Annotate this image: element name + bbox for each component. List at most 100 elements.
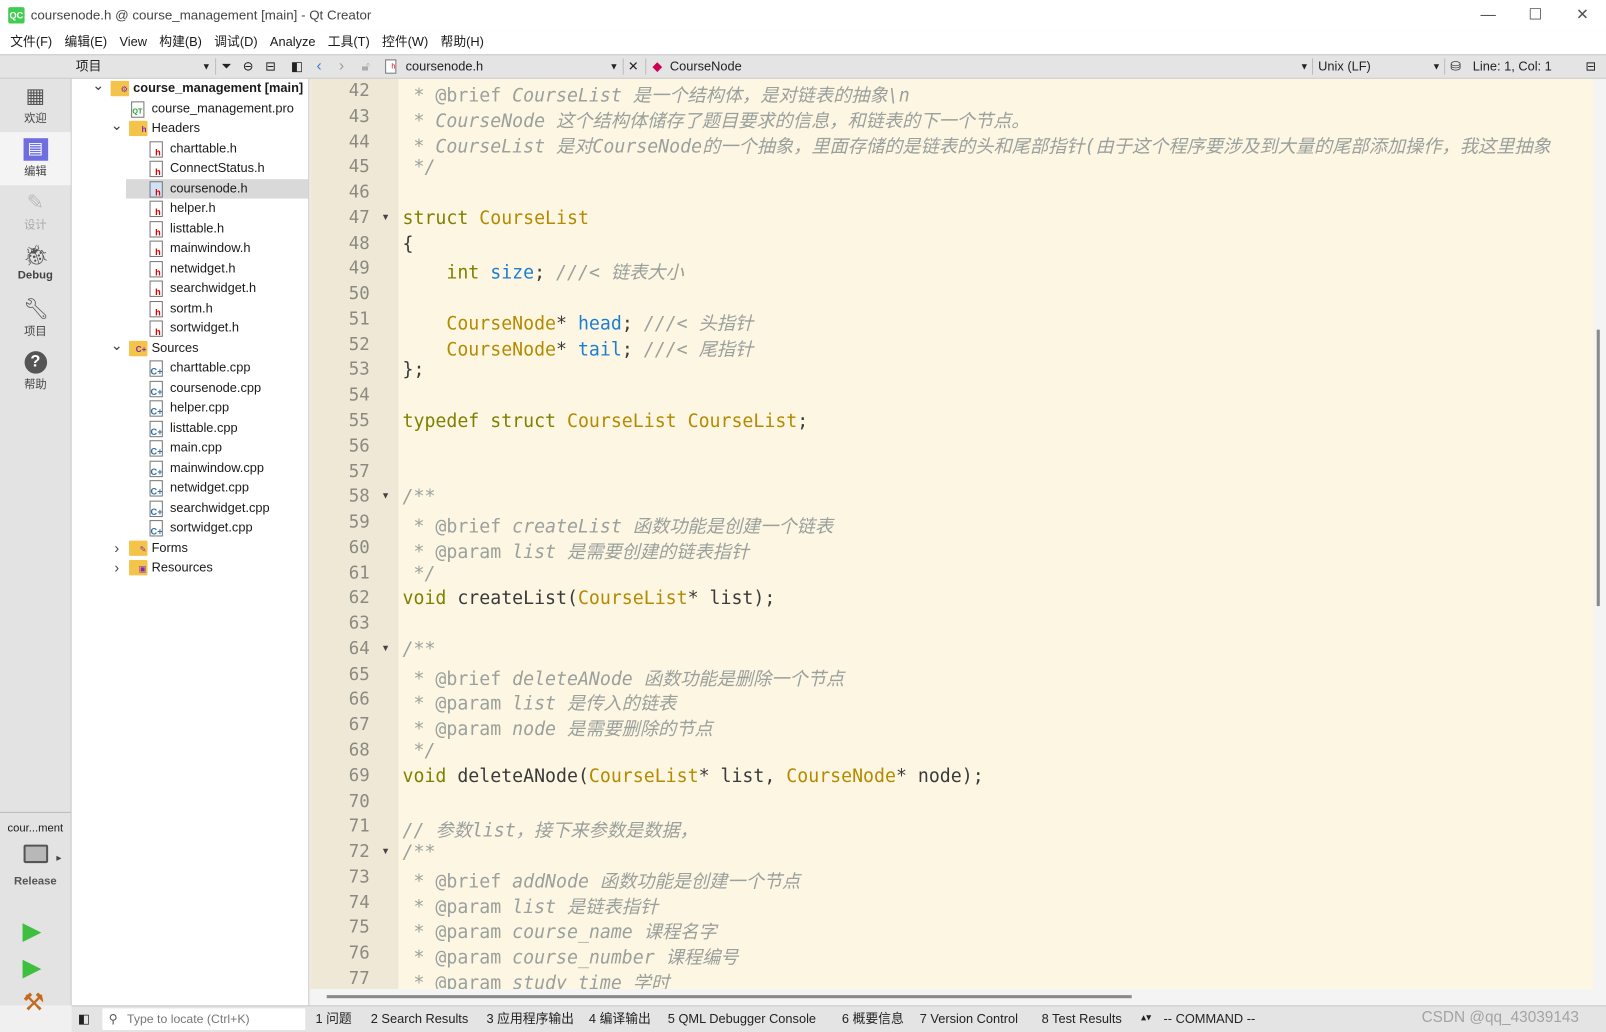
tree-item[interactable]: C+ sortwidget.cpp	[72, 518, 309, 538]
code-token: *	[402, 668, 436, 690]
tree-item[interactable]: C+ listtable.cpp	[72, 418, 309, 438]
tree-item[interactable]: C+ mainwindow.cpp	[72, 458, 309, 478]
chevron-down-icon[interactable]: ▼	[1300, 55, 1309, 78]
maximize-button[interactable]: ☐	[1512, 0, 1559, 31]
mode-bug[interactable]: 🐞︎ Debug	[0, 239, 71, 292]
scrollbar-thumb[interactable]	[326, 995, 1132, 999]
tree-item[interactable]: ⌄ h Headers	[72, 116, 309, 139]
tree-item[interactable]: h listtable.h	[72, 219, 309, 239]
mode-pencil[interactable]: ✎ 设计	[0, 185, 71, 238]
output-pane-button[interactable]: 6 概要信息	[842, 1006, 904, 1031]
vertical-scrollbar[interactable]	[1593, 78, 1606, 1006]
tree-item[interactable]: ⌄ C+ Sources	[72, 335, 309, 358]
tree-item[interactable]: h coursenode.h	[125, 178, 309, 199]
output-pane-button[interactable]: 2 Search Results	[371, 1006, 468, 1031]
menu-item[interactable]: 构建(B)	[153, 31, 208, 55]
open-document-selector[interactable]: coursenode.h	[406, 55, 484, 78]
chevron-down-icon[interactable]: ▼	[1432, 55, 1441, 78]
close-window-button[interactable]: ✕	[1559, 0, 1606, 31]
minimize-button[interactable]: —	[1465, 0, 1512, 31]
chevron-right-icon[interactable]: ›	[111, 558, 123, 578]
scrollbar-thumb[interactable]	[1596, 329, 1600, 607]
menu-item[interactable]: 工具(T)	[322, 31, 376, 55]
pane-scroll-arrows-icon[interactable]: ▴▾	[1141, 1006, 1151, 1031]
tree-item[interactable]: h sortm.h	[72, 298, 309, 318]
output-pane-button[interactable]: 7 Version Control	[920, 1006, 1018, 1031]
back-icon[interactable]: ‹	[316, 55, 321, 78]
output-pane-button[interactable]: 1 问题	[315, 1006, 351, 1031]
mode-wrench[interactable]: 🔧︎ 项目	[0, 292, 71, 345]
tree-item[interactable]: C+ main.cpp	[72, 438, 309, 458]
symbol-selector[interactable]: CourseNode	[670, 55, 742, 78]
tree-item[interactable]: h charttable.h	[72, 139, 309, 159]
chevron-right-icon[interactable]: ›	[111, 538, 123, 558]
output-pane-button[interactable]: 4 编译输出	[589, 1006, 651, 1031]
chevron-down-icon[interactable]: ▼	[609, 55, 618, 78]
debug-run-button[interactable]: ▶	[23, 953, 42, 983]
horizontal-scrollbar[interactable]	[310, 988, 1594, 1006]
filter-icon[interactable]: ⏷	[221, 55, 231, 78]
line-ending-selector[interactable]: Unix (LF)	[1318, 55, 1371, 78]
menu-item[interactable]: Analyze	[264, 31, 322, 55]
fold-marker-icon[interactable]: ▼	[381, 643, 390, 653]
fold-marker-icon[interactable]: ▼	[381, 491, 390, 501]
kit-selector-monitor-icon[interactable]	[23, 844, 49, 864]
run-button[interactable]: ▶	[23, 916, 42, 946]
chevron-down-icon[interactable]: ⌄	[111, 116, 123, 136]
panel-selector[interactable]: 项目	[76, 55, 102, 78]
line-number: 58	[348, 486, 370, 508]
mode-help[interactable]: ? 帮助	[0, 345, 71, 398]
code-token: */	[402, 740, 436, 762]
menu-item[interactable]: 调试(D)	[208, 31, 264, 55]
tree-item[interactable]: C+ searchwidget.cpp	[72, 498, 309, 518]
chevron-right-icon[interactable]: ▸	[56, 853, 61, 864]
cursor-position[interactable]: Line: 1, Col: 1	[1473, 55, 1552, 78]
tree-item[interactable]: C+ coursenode.cpp	[72, 378, 309, 398]
fold-marker-icon[interactable]: ▼	[381, 212, 390, 222]
split-editor-icon[interactable]: ⊟	[1585, 55, 1596, 78]
encoding-icon[interactable]: ⛁	[1450, 55, 1461, 78]
forward-icon[interactable]: ›	[339, 55, 344, 78]
split-icon[interactable]: ⊟	[265, 55, 276, 78]
line-number: 44	[348, 131, 370, 153]
chevron-down-icon[interactable]: ⌄	[111, 335, 123, 355]
tree-item[interactable]: › ▣ Resources	[72, 558, 309, 578]
tree-item[interactable]: h netwidget.h	[72, 259, 309, 279]
code-line: void deleteANode(CourseList* list, Cours…	[403, 766, 984, 787]
tree-item[interactable]: QT course_management.pro	[72, 99, 309, 119]
tree-item[interactable]: C+ netwidget.cpp	[72, 478, 309, 498]
output-pane-button[interactable]: 5 QML Debugger Console	[668, 1006, 816, 1031]
code-editor[interactable]: 42 43 44 45 46 47 ▼ 48 49 50 51 52 53 54 55 56 57 58 ▼ 59 60…	[310, 78, 1594, 989]
locator-input[interactable]: ⚲ Type to locate (Ctrl+K)	[102, 1008, 306, 1030]
output-pane-button[interactable]: 8 Test Results	[1042, 1006, 1122, 1031]
output-pane-button[interactable]: 3 应用程序输出	[486, 1006, 574, 1031]
menu-item[interactable]: View	[113, 31, 153, 55]
menu-item[interactable]: 编辑(E)	[58, 31, 113, 55]
menu-item[interactable]: 文件(F)	[4, 31, 58, 55]
tree-item[interactable]: C+ charttable.cpp	[72, 358, 309, 378]
mode-edit[interactable]: ▤ 编辑	[0, 132, 71, 186]
code-token: deleteANode 函数功能是删除一个节点	[501, 668, 845, 690]
menu-item[interactable]: 控件(W)	[376, 31, 435, 55]
tree-item[interactable]: h mainwindow.h	[72, 239, 309, 259]
chevron-down-icon[interactable]: ⌄	[92, 76, 104, 96]
tree-item[interactable]: h ConnectStatus.h	[72, 159, 309, 179]
tree-item[interactable]: › ✎ Forms	[72, 538, 309, 558]
tree-item[interactable]: C+ helper.cpp	[72, 398, 309, 418]
close-sidebar-icon[interactable]: ◧	[291, 55, 303, 78]
toggle-sidebar-icon[interactable]: ◧	[78, 1006, 90, 1031]
menu-item[interactable]: 帮助(H)	[434, 31, 490, 55]
chevron-down-icon[interactable]: ▼	[202, 55, 211, 78]
tree-item[interactable]: h searchwidget.h	[72, 278, 309, 298]
tree-item[interactable]: h helper.h	[72, 199, 309, 219]
close-document-button[interactable]: ✕	[628, 55, 639, 78]
link-icon[interactable]: ⊖	[243, 55, 254, 78]
mode-grid[interactable]: ▦ 欢迎	[0, 79, 71, 132]
tree-item-label: sortwidget.cpp	[170, 520, 253, 535]
line-number: 63	[348, 613, 370, 634]
fold-marker-icon[interactable]: ▼	[381, 846, 390, 856]
tree-item[interactable]: ⌄ ⚙ course_management [main]	[72, 76, 309, 99]
tree-item[interactable]: h sortwidget.h	[72, 318, 309, 338]
build-button[interactable]: ⚒	[23, 988, 45, 1018]
code-token: struct	[490, 410, 567, 433]
